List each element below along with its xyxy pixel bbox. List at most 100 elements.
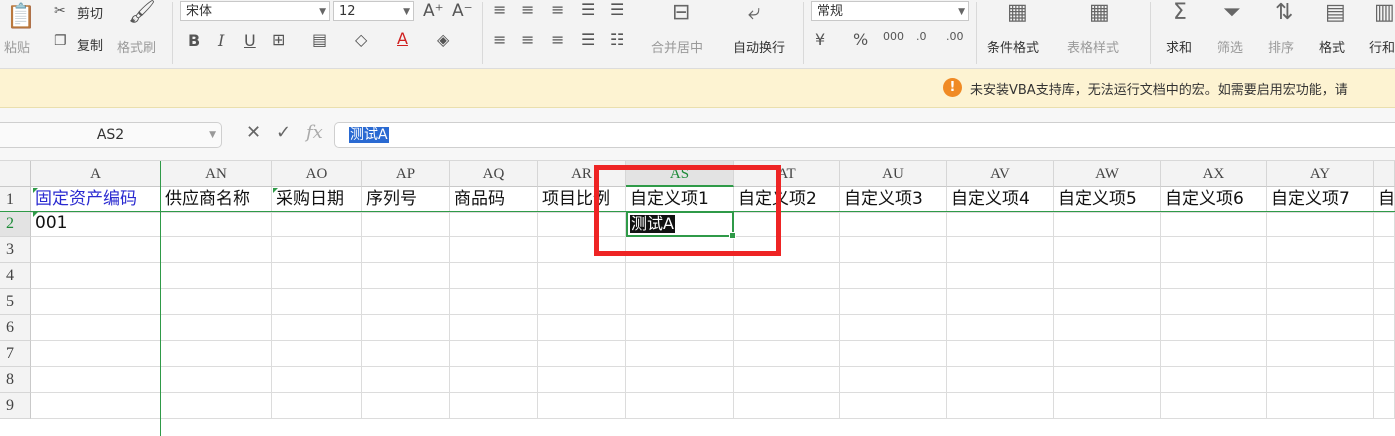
number-format-select[interactable]: 常规 ▼	[811, 1, 969, 21]
row-header[interactable]: 3	[0, 237, 31, 263]
table-style-button[interactable]: 表格样式	[1067, 37, 1119, 56]
underline-icon[interactable]: U	[244, 31, 256, 50]
table-cell[interactable]	[626, 315, 734, 341]
table-cell[interactable]	[161, 341, 272, 367]
table-cell[interactable]	[1054, 393, 1161, 419]
decrease-decimal-icon[interactable]: .00	[946, 30, 964, 43]
table-cell[interactable]: 供应商名称	[161, 187, 272, 213]
table-cell[interactable]	[161, 367, 272, 393]
table-cell[interactable]	[362, 367, 450, 393]
table-cell[interactable]	[734, 315, 840, 341]
bold-icon[interactable]: B	[188, 31, 200, 50]
table-cell[interactable]	[1161, 211, 1267, 237]
column-header[interactable]: AY	[1267, 161, 1374, 187]
table-cell[interactable]	[450, 393, 538, 419]
table-cell[interactable]: 自定义项6	[1161, 187, 1267, 213]
table-cell[interactable]	[31, 289, 161, 315]
table-cell[interactable]	[947, 341, 1054, 367]
distributed-icon[interactable]: ☷	[610, 30, 624, 49]
table-cell[interactable]	[450, 341, 538, 367]
table-cell[interactable]	[538, 263, 626, 289]
align-middle-icon[interactable]: ≡	[521, 0, 534, 19]
table-cell[interactable]	[362, 289, 450, 315]
table-cell[interactable]	[1374, 367, 1395, 393]
wrap-text-button[interactable]: 自动换行	[733, 37, 785, 56]
row-header[interactable]: 7	[0, 341, 31, 367]
align-right-icon[interactable]: ≡	[551, 30, 564, 49]
table-cell[interactable]	[272, 367, 362, 393]
fx-icon[interactable]: fx	[306, 122, 323, 143]
fill-color-icon[interactable]: ◇	[355, 30, 367, 49]
align-left-icon[interactable]: ≡	[493, 30, 506, 49]
justify-icon[interactable]: ☰	[581, 30, 595, 49]
clear-icon[interactable]: ◈	[437, 30, 449, 49]
wrap-text-icon[interactable]: ⤶	[748, 0, 760, 25]
table-cell[interactable]	[1374, 289, 1395, 315]
chevron-down-icon[interactable]: ▼	[209, 123, 216, 147]
decrease-font-icon[interactable]: A⁻	[452, 1, 473, 21]
table-cell[interactable]	[1374, 263, 1395, 289]
table-cell[interactable]	[362, 315, 450, 341]
table-cell[interactable]	[947, 315, 1054, 341]
confirm-icon[interactable]: ✓	[276, 122, 291, 143]
currency-icon[interactable]: ¥	[815, 30, 825, 49]
table-cell[interactable]	[362, 341, 450, 367]
percent-icon[interactable]: %	[853, 30, 868, 49]
format-painter-icon[interactable]: 🖌	[128, 0, 156, 25]
table-cell[interactable]	[734, 263, 840, 289]
copy-button[interactable]: 复制	[77, 35, 103, 54]
table-cell[interactable]	[947, 211, 1054, 237]
table-cell[interactable]	[626, 289, 734, 315]
table-cell[interactable]	[538, 367, 626, 393]
border-icon[interactable]: ⊞	[272, 30, 285, 49]
column-header[interactable]: AO	[272, 161, 362, 187]
table-cell[interactable]	[840, 315, 947, 341]
merge-icon[interactable]: ⊟	[672, 0, 690, 25]
table-cell[interactable]	[947, 393, 1054, 419]
table-cell[interactable]: 固定资产编码	[31, 187, 161, 213]
table-cell[interactable]	[362, 211, 450, 237]
table-cell[interactable]	[272, 289, 362, 315]
table-cell[interactable]	[272, 341, 362, 367]
table-cell[interactable]	[31, 341, 161, 367]
table-style-icon[interactable]: ▦	[1089, 0, 1110, 25]
sort-icon[interactable]: ⇅	[1275, 0, 1293, 25]
rows-cols-button[interactable]: 行和	[1369, 37, 1395, 56]
format-icon[interactable]: ▤	[1325, 0, 1346, 25]
scissors-icon[interactable]: ✂	[54, 3, 66, 19]
format-button[interactable]: 格式	[1319, 37, 1345, 56]
table-cell[interactable]	[1267, 211, 1374, 237]
table-cell[interactable]	[1267, 341, 1374, 367]
table-cell[interactable]	[840, 367, 947, 393]
table-cell[interactable]	[1054, 367, 1161, 393]
table-cell[interactable]	[947, 289, 1054, 315]
table-cell[interactable]	[161, 393, 272, 419]
table-cell[interactable]	[31, 237, 161, 263]
column-header[interactable]: AW	[1054, 161, 1161, 187]
filter-button[interactable]: 筛选	[1217, 37, 1243, 56]
table-cell[interactable]	[840, 237, 947, 263]
italic-icon[interactable]: I	[218, 31, 224, 50]
table-cell[interactable]	[161, 315, 272, 341]
table-cell[interactable]	[538, 393, 626, 419]
column-header[interactable]: AN	[161, 161, 272, 187]
sum-icon[interactable]: Σ	[1173, 0, 1187, 25]
table-cell[interactable]	[734, 393, 840, 419]
table-cell[interactable]	[1267, 289, 1374, 315]
table-cell[interactable]	[450, 367, 538, 393]
conditional-format-button[interactable]: 条件格式	[987, 37, 1039, 56]
table-cell[interactable]	[161, 211, 272, 237]
formula-input[interactable]: 测试A	[334, 122, 1395, 148]
table-cell[interactable]	[1161, 315, 1267, 341]
table-cell[interactable]	[1161, 341, 1267, 367]
table-cell[interactable]	[840, 263, 947, 289]
select-all-corner[interactable]	[0, 161, 31, 187]
row-header[interactable]: 4	[0, 263, 31, 289]
table-cell[interactable]	[161, 237, 272, 263]
table-cell[interactable]	[1267, 237, 1374, 263]
table-cell[interactable]	[538, 315, 626, 341]
table-cell[interactable]	[1054, 237, 1161, 263]
name-box[interactable]: AS2 ▼	[0, 122, 222, 148]
table-cell[interactable]	[31, 367, 161, 393]
table-cell[interactable]	[1267, 367, 1374, 393]
